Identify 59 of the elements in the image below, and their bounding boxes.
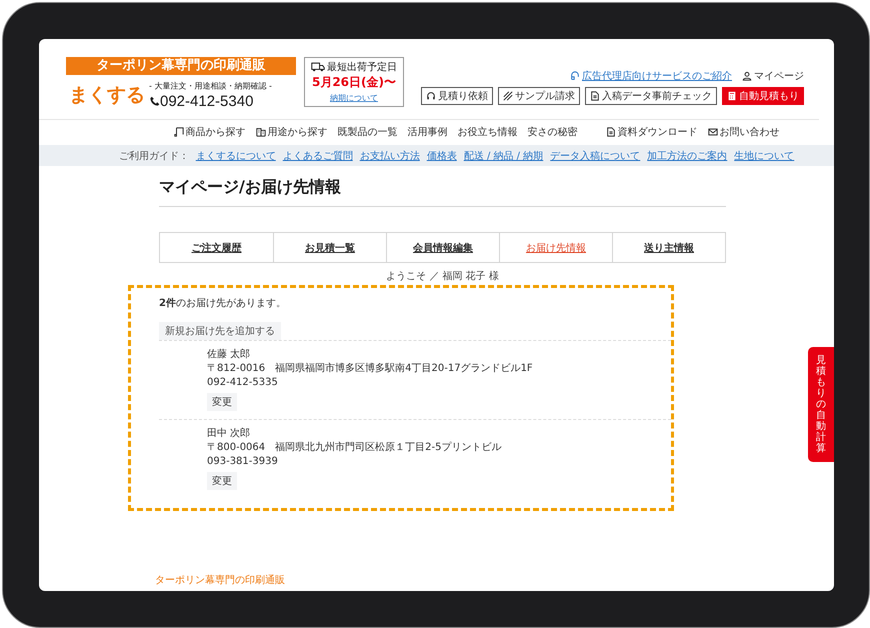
subtitle: - 大量注文・用途相談・納期確認 - [149, 80, 272, 92]
shipping-label: 最短出荷予定日 [327, 60, 397, 74]
guide-link[interactable]: 価格表 [426, 148, 457, 162]
nav-link[interactable]: 活用事例 [408, 124, 448, 138]
nav-link[interactable]: 用途から探す [256, 124, 328, 138]
guide-label: ご利用ガイド： [118, 150, 189, 162]
postal-address: 〒800-0064 福岡県北九州市門司区松原１丁目2-5プリントビル [207, 441, 502, 455]
mypage-tab[interactable]: お届け先情報 [499, 233, 612, 262]
mypage-tab[interactable]: お見積一覧 [273, 233, 386, 262]
header-button[interactable]: 見積り依頼 [421, 87, 493, 105]
guide-link[interactable]: よくあるご質問 [282, 148, 353, 162]
header-button[interactable]: 自動見積もり [722, 87, 804, 105]
delivery-link[interactable]: 納期について [330, 92, 378, 104]
nav-link[interactable]: 資料ダウンロード [606, 124, 698, 138]
shipping-date: 5月26日(金)〜 [312, 74, 396, 90]
guide-link[interactable]: 配送 / 納品 / 納期 [464, 148, 544, 162]
mypage-link[interactable]: マイページ [742, 69, 804, 83]
edit-button[interactable]: 変更 [207, 393, 237, 411]
agency-service-link[interactable]: 広告代理店向けサービスのご紹介 [570, 69, 732, 83]
envelope-icon [708, 126, 718, 136]
hatch-icon [503, 91, 513, 101]
tagline-banner: ターポリン幕専門の印刷通販 [66, 57, 296, 75]
document-icon [590, 91, 600, 101]
welcome-text: ようこそ ／ 福岡 花子 様 [385, 270, 500, 283]
headset-icon [426, 91, 436, 101]
mypage-tab[interactable]: ご注文履歴 [160, 233, 273, 262]
recipient-name: 佐藤 太郎 [207, 348, 250, 362]
add-address-button[interactable]: 新規お届け先を追加する [159, 322, 281, 340]
mypage-tab[interactable]: 送り主情報 [612, 233, 725, 262]
recipient-name: 田中 次郎 [207, 427, 250, 441]
address-count: 2件のお届け先があります。 [159, 296, 287, 310]
phone-icon [149, 96, 160, 107]
postal-address: 〒812-0016 福岡県福岡市博多区博多駅南4丁目20-17グランドビル1F [207, 362, 533, 376]
truck-icon [311, 62, 325, 72]
page-title: マイページ/お届け先情報 [159, 166, 726, 207]
header-button[interactable]: サンプル請求 [498, 87, 580, 105]
guide-link[interactable]: データ入稿について [550, 148, 640, 162]
nav-link[interactable]: お問い合わせ [708, 124, 780, 138]
quote-side-tab[interactable]: 見積もりの自動計算 [808, 347, 834, 462]
scroll-icon [174, 126, 184, 136]
edit-button[interactable]: 変更 [207, 472, 237, 490]
nav-link[interactable]: お役立ち情報 [458, 124, 518, 138]
nav-link[interactable]: 安さの秘密 [528, 124, 578, 138]
nav-link[interactable]: 商品から探す [174, 124, 246, 138]
phone-number: 092-412-5340 [160, 93, 254, 110]
phone-text: 093-381-3939 [207, 455, 278, 469]
guide-link[interactable]: 加工方法のご案内 [647, 148, 728, 162]
guide-link[interactable]: まくするについて [196, 148, 276, 162]
person-icon [742, 71, 752, 81]
guide-link[interactable]: お支払い方法 [360, 148, 420, 162]
phone-text: 092-412-5335 [207, 376, 278, 390]
header-button[interactable]: 入稿データ事前チェック [585, 87, 717, 105]
building-icon [256, 126, 266, 136]
mypage-tab[interactable]: 会員情報編集 [386, 233, 499, 262]
document-icon [606, 126, 616, 136]
nav-link[interactable]: 既製品の一覧 [338, 124, 398, 138]
guide-link[interactable]: 生地について [734, 148, 794, 162]
calculator-icon [727, 91, 737, 101]
footer-tagline: ターポリン幕専門の印刷通販 [155, 575, 285, 586]
